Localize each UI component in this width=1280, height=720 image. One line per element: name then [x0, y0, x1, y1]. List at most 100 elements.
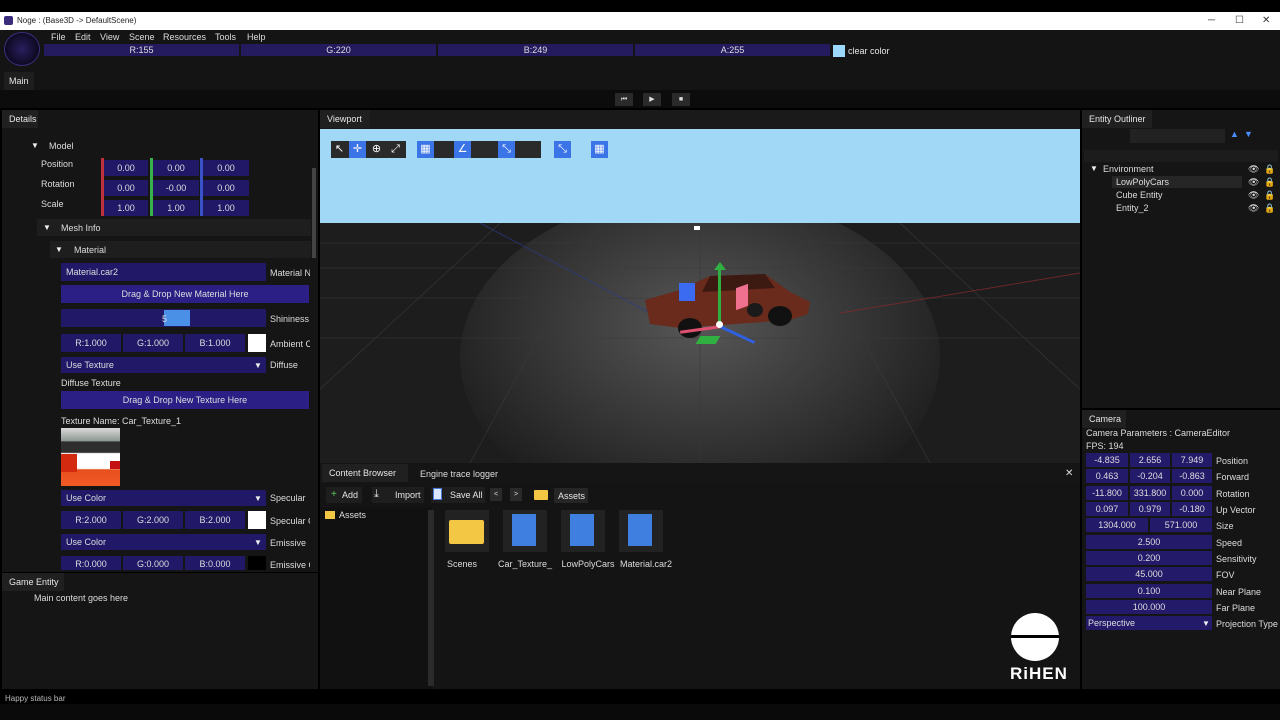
gizmo-z-plane[interactable] — [679, 283, 695, 301]
camera-up-y[interactable]: 0.979 — [1130, 502, 1170, 516]
projection-type-select[interactable]: Perspective — [1086, 616, 1212, 630]
outliner-item-lowpolycars[interactable]: LowPolyCars — [1116, 177, 1169, 187]
camera-far-plane[interactable]: 100.000 — [1086, 600, 1212, 614]
minimize-button[interactable]: ─ — [1208, 15, 1215, 26]
rotation-x[interactable]: 0.00 — [104, 180, 148, 196]
lock-icon[interactable]: 🔒 — [1264, 190, 1275, 201]
tab-main[interactable]: Main — [4, 72, 34, 90]
ambient-b[interactable]: B:1.000 — [185, 334, 245, 352]
material-header[interactable]: Material — [74, 245, 106, 255]
specular-mode-select[interactable]: Use Color — [61, 490, 266, 506]
save-all-button[interactable]: Save All — [431, 487, 485, 503]
emissive-color-swatch[interactable] — [248, 556, 266, 570]
eye-icon[interactable]: 👁 — [1248, 164, 1259, 175]
import-button[interactable]: ⤓ Import — [372, 487, 424, 503]
camera-up-z[interactable]: -0.180 — [1172, 502, 1212, 516]
gizmo-x-plane[interactable] — [736, 283, 748, 311]
position-y[interactable]: 0.00 — [153, 160, 199, 176]
projection-dropdown-icon[interactable]: ▼ — [1202, 619, 1210, 628]
clear-color-r[interactable]: R:155 — [44, 44, 239, 56]
camera-size-w[interactable]: 1304.000 — [1086, 518, 1148, 532]
grid-toggle-icon[interactable]: ▦ — [591, 141, 608, 158]
tab-engine-trace-logger[interactable]: Engine trace logger — [420, 469, 498, 479]
camera-rotation-z[interactable]: 0.000 — [1172, 486, 1212, 500]
shininess-slider-handle[interactable] — [164, 310, 190, 326]
back-button[interactable]: < — [490, 488, 502, 501]
scale-snap-icon[interactable]: ⤡ — [498, 141, 515, 158]
outliner-item-environment[interactable]: Environment — [1103, 164, 1154, 174]
camera-near-plane[interactable]: 0.100 — [1086, 584, 1212, 598]
model-header[interactable]: Model — [49, 141, 74, 151]
mesh-info-collapse-icon[interactable]: ▼ — [43, 223, 51, 232]
tab-content-browser[interactable]: Content Browser — [322, 464, 408, 482]
diffuse-mode-select[interactable]: Use Texture — [61, 357, 266, 373]
menu-help[interactable]: Help — [247, 32, 266, 42]
move-up-icon[interactable]: ▲ — [1230, 129, 1239, 139]
ambient-color-swatch[interactable] — [248, 334, 266, 352]
rotate-tool-icon[interactable]: ⊕ — [368, 141, 385, 158]
eye-icon[interactable]: 👁 — [1248, 203, 1259, 214]
clear-color-g[interactable]: G:220 — [241, 44, 436, 56]
gizmo-y-axis[interactable] — [718, 268, 721, 324]
select-tool-icon[interactable]: ↖ — [331, 141, 348, 158]
camera-rotation-x[interactable]: -11.800 — [1086, 486, 1128, 500]
clear-color-a[interactable]: A:255 — [635, 44, 830, 56]
stop-button[interactable]: ■ — [672, 93, 690, 106]
menu-tools[interactable]: Tools — [215, 32, 236, 42]
ambient-r[interactable]: R:1.000 — [61, 334, 121, 352]
clear-color-swatch[interactable] — [833, 45, 845, 57]
details-scrollbar[interactable] — [312, 168, 316, 258]
gizmo-center[interactable] — [716, 321, 723, 328]
lock-icon[interactable]: 🔒 — [1264, 177, 1275, 188]
path-breadcrumb[interactable]: Assets — [554, 488, 588, 503]
camera-size-h[interactable]: 571.000 — [1150, 518, 1212, 532]
camera-speed[interactable]: 2.500 — [1086, 535, 1212, 549]
specular-dropdown-icon[interactable]: ▼ — [254, 494, 262, 503]
material-name-field[interactable]: Material.car2 — [61, 263, 266, 281]
lock-icon[interactable]: 🔒 — [1264, 203, 1275, 214]
drag-texture-dropzone[interactable]: Drag & Drop New Texture Here — [61, 391, 309, 409]
specular-color-swatch[interactable] — [248, 511, 266, 529]
scale-tool-icon[interactable]: ⤢ — [387, 141, 404, 158]
local-space-icon[interactable]: ⤡ — [554, 141, 571, 158]
folder-tree-scrollbar[interactable] — [428, 510, 434, 686]
content-close-icon[interactable]: ✕ — [1065, 468, 1073, 479]
diffuse-dropdown-icon[interactable]: ▼ — [254, 361, 262, 370]
grid-snap-icon[interactable]: ▦ — [417, 141, 434, 158]
scale-z[interactable]: 1.00 — [203, 200, 249, 216]
menu-scene[interactable]: Scene — [129, 32, 155, 42]
rotation-z[interactable]: 0.00 — [203, 180, 249, 196]
move-tool-icon[interactable]: ✛ — [349, 141, 366, 158]
tree-item-assets[interactable]: Assets — [339, 510, 366, 520]
camera-position-x[interactable]: -4.835 — [1086, 453, 1128, 467]
menu-edit[interactable]: Edit — [75, 32, 91, 42]
camera-forward-y[interactable]: -0.204 — [1130, 469, 1170, 483]
position-x[interactable]: 0.00 — [104, 160, 148, 176]
menu-view[interactable]: View — [100, 32, 119, 42]
gizmo-y-arrow-icon[interactable] — [714, 262, 726, 270]
menu-resources[interactable]: Resources — [163, 32, 206, 42]
model-collapse-icon[interactable]: ▼ — [31, 141, 39, 150]
emissive-g[interactable]: G:0.000 — [123, 556, 183, 570]
eye-icon[interactable]: 👁 — [1248, 190, 1259, 201]
mesh-info-header[interactable]: Mesh Info — [61, 223, 101, 233]
position-z[interactable]: 0.00 — [203, 160, 249, 176]
emissive-dropdown-icon[interactable]: ▼ — [254, 538, 262, 547]
angle-snap-icon[interactable]: ∠ — [454, 141, 471, 158]
lock-icon[interactable]: 🔒 — [1264, 164, 1275, 175]
step-button[interactable]: ⏮ — [615, 93, 633, 106]
outliner-item-entity-2[interactable]: Entity_2 — [1116, 203, 1149, 213]
rotation-y[interactable]: -0.00 — [153, 180, 199, 196]
ambient-g[interactable]: G:1.000 — [123, 334, 183, 352]
drag-material-dropzone[interactable]: Drag & Drop New Material Here — [61, 285, 309, 303]
material-collapse-icon[interactable]: ▼ — [55, 245, 63, 254]
move-down-icon[interactable]: ▼ — [1244, 129, 1253, 139]
outliner-item-cube-entity[interactable]: Cube Entity — [1116, 190, 1163, 200]
camera-fov[interactable]: 45.000 — [1086, 567, 1212, 581]
environment-collapse-icon[interactable]: ▼ — [1090, 164, 1098, 173]
specular-r[interactable]: R:2.000 — [61, 511, 121, 529]
camera-up-x[interactable]: 0.097 — [1086, 502, 1128, 516]
camera-forward-z[interactable]: -0.863 — [1172, 469, 1212, 483]
camera-rotation-y[interactable]: 331.800 — [1130, 486, 1170, 500]
camera-position-z[interactable]: 7.949 — [1172, 453, 1212, 467]
